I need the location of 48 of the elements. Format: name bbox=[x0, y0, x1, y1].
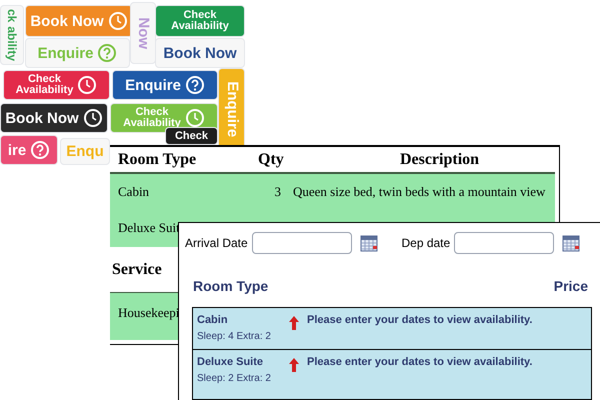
clock-icon bbox=[77, 75, 98, 95]
availability-message: Please enter your dates to view availability. bbox=[307, 355, 532, 370]
question-icon bbox=[184, 75, 205, 95]
tile-label: Availability bbox=[171, 21, 229, 32]
clock-icon bbox=[184, 108, 205, 128]
availability-message: Please enter your dates to view availability. bbox=[307, 313, 532, 328]
tile-label: Check bbox=[135, 107, 168, 118]
table-cell-text: Housekeepi bbox=[117, 304, 180, 322]
tile-label: Book Now bbox=[163, 48, 237, 58]
column-header: Room Type bbox=[193, 277, 268, 296]
tile-label: Check bbox=[183, 10, 216, 21]
arrow-up-icon bbox=[289, 316, 299, 330]
question-icon bbox=[97, 43, 118, 63]
tile-label: Availability bbox=[16, 85, 74, 96]
column-header: Qty bbox=[257, 150, 285, 170]
field-label: Dep date bbox=[401, 235, 450, 252]
room-capacity: Sleep: 2 Extra: 2 bbox=[197, 372, 272, 386]
column-header: Room Type bbox=[117, 150, 198, 170]
room-capacity: Sleep: 4 Extra: 2 bbox=[197, 330, 272, 344]
calendar-icon[interactable] bbox=[360, 234, 378, 252]
arrow-up-icon bbox=[289, 358, 299, 372]
room-name: Deluxe Suite bbox=[197, 355, 264, 370]
table-cell-text: Cabin bbox=[117, 183, 150, 202]
tile-label: Enquire bbox=[222, 80, 242, 139]
column-header: Description bbox=[398, 150, 480, 170]
tile-label: ire bbox=[8, 144, 26, 156]
tile-label: ck bbox=[4, 8, 20, 24]
question-icon bbox=[30, 140, 50, 160]
tile-label: Check bbox=[174, 130, 208, 142]
tile-label: Book Now bbox=[5, 112, 79, 124]
field-label: Arrival Date bbox=[185, 235, 248, 252]
table-cell-text: Queen size bed, twin beds with a mountain view bbox=[293, 183, 546, 202]
tile-label: Now bbox=[134, 16, 154, 51]
section-heading: Service bbox=[111, 260, 162, 280]
tile-label: Book Now bbox=[30, 16, 104, 26]
column-header: Price bbox=[554, 277, 588, 296]
room-name: Cabin bbox=[197, 313, 229, 328]
clock-icon bbox=[82, 108, 103, 128]
date-field[interactable] bbox=[454, 232, 554, 254]
tile-label: Check bbox=[28, 74, 61, 85]
date-field[interactable] bbox=[252, 232, 352, 254]
table-cell-text: 3 bbox=[274, 183, 282, 202]
calendar-icon[interactable] bbox=[562, 234, 580, 252]
tile-label: ability bbox=[4, 25, 20, 64]
tile-label: Availability bbox=[123, 118, 181, 129]
clock-icon bbox=[108, 11, 128, 31]
tile-label: Enqu bbox=[66, 146, 104, 157]
table-cell-text: Deluxe Suit bbox=[117, 219, 181, 238]
